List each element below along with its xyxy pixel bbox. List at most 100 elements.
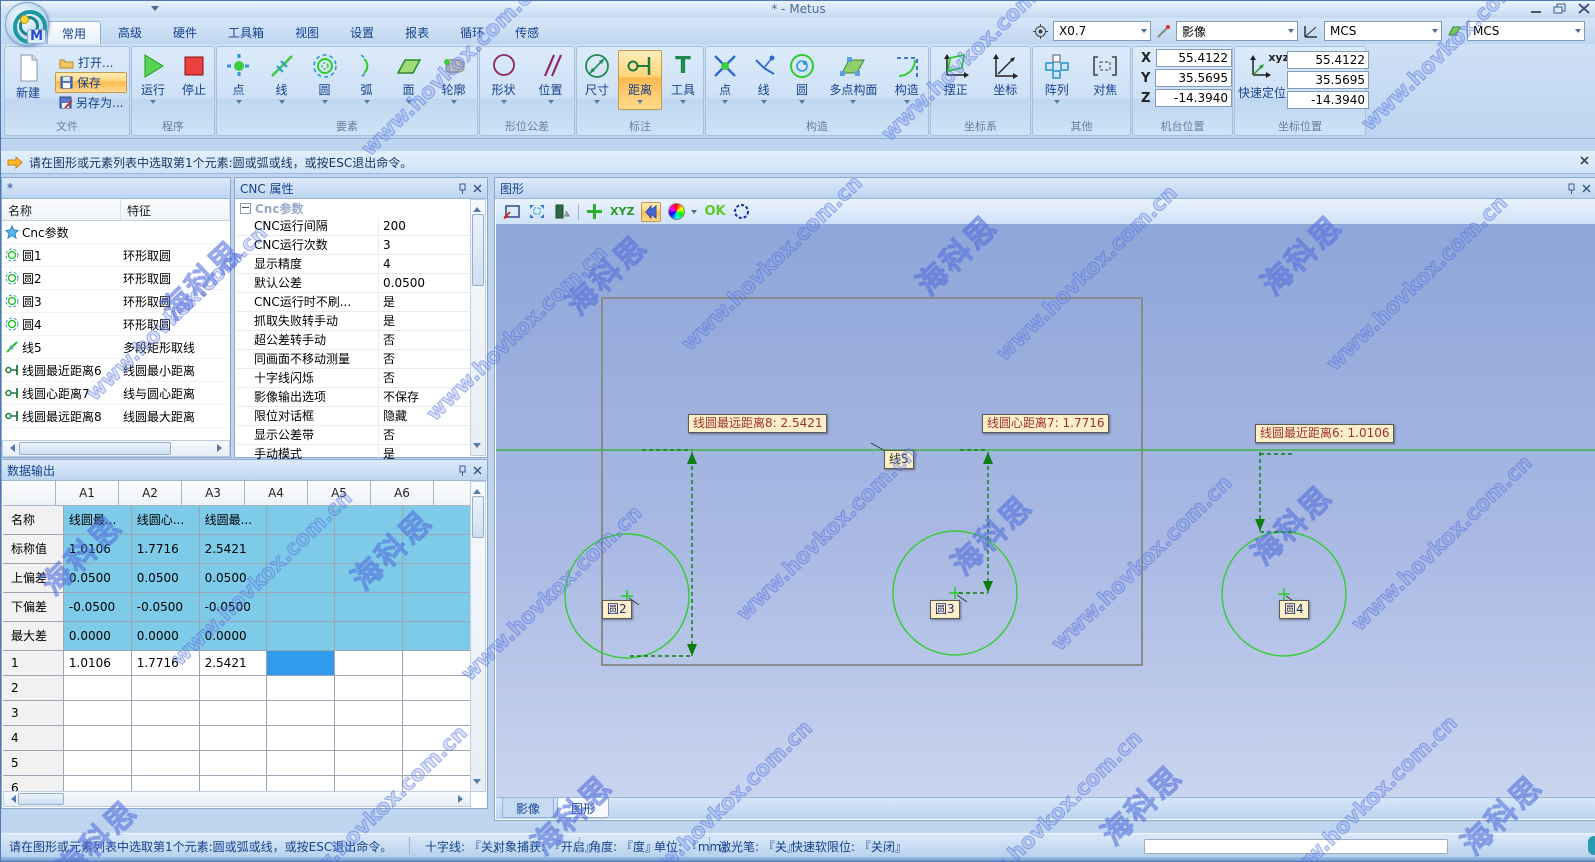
- list-item[interactable]: 圆1 环形取圆: [2, 244, 230, 267]
- cell[interactable]: [132, 776, 200, 792]
- cell[interactable]: -0.0500: [132, 593, 200, 622]
- cell[interactable]: [267, 564, 335, 593]
- cell[interactable]: [267, 776, 335, 792]
- scroll-right-icon[interactable]: [458, 795, 467, 803]
- list-item[interactable]: 圆2 环形取圆: [2, 267, 230, 290]
- circle4-label[interactable]: 圆4: [1279, 600, 1309, 619]
- cell[interactable]: 2.5421: [200, 651, 268, 676]
- circle2-label[interactable]: 圆2: [602, 600, 632, 619]
- column-header[interactable]: A5: [308, 481, 371, 506]
- row-label[interactable]: 5: [3, 751, 64, 776]
- measure-plane-button[interactable]: 面: [389, 50, 429, 107]
- align-button[interactable]: 摆正: [934, 50, 978, 98]
- cell[interactable]: [403, 776, 471, 792]
- selected-cell[interactable]: [267, 651, 335, 676]
- measure-circle-button[interactable]: 圆: [305, 50, 345, 107]
- cell[interactable]: [267, 701, 335, 726]
- pin-icon[interactable]: [1567, 183, 1576, 194]
- cell[interactable]: [267, 506, 335, 535]
- measure-point-button[interactable]: 点: [219, 50, 259, 107]
- distance-dim-button[interactable]: 距离: [618, 50, 662, 110]
- list-item[interactable]: 线圆最远距离8 线圆最大距离: [2, 405, 230, 428]
- cell[interactable]: [267, 676, 335, 701]
- tab-hardware[interactable]: 硬件: [159, 21, 211, 46]
- cell[interactable]: [335, 564, 403, 593]
- cell[interactable]: [335, 506, 403, 535]
- measure-profile-button[interactable]: 轮廓: [432, 50, 476, 107]
- scroll-up-icon[interactable]: [473, 485, 481, 494]
- scroll-right-icon[interactable]: [217, 444, 226, 452]
- workplane-select[interactable]: MCS: [1467, 21, 1585, 41]
- zoom-scale-select[interactable]: X0.7: [1053, 21, 1151, 41]
- graphics-canvas[interactable]: 线圆最远距离8: 2.5421 线圆心距离7: 1.7716 线圆最近距离6: …: [496, 224, 1595, 797]
- cell[interactable]: -0.0500: [64, 593, 132, 622]
- dim-tools-button[interactable]: T 工具: [664, 50, 702, 110]
- cell[interactable]: [64, 701, 132, 726]
- cell[interactable]: [403, 622, 471, 651]
- quick-position-button[interactable]: xyz 快速定位: [1237, 51, 1287, 101]
- cell[interactable]: [64, 726, 132, 751]
- property-row[interactable]: 抓取失败转手动是: [236, 312, 471, 331]
- row-label[interactable]: 下偏差: [3, 593, 64, 622]
- tab-loop[interactable]: 循环: [446, 21, 498, 46]
- row-label[interactable]: 最大差: [3, 622, 64, 651]
- list-item[interactable]: 圆4 环形取圆: [2, 313, 230, 336]
- property-row[interactable]: 限位对话框隐藏: [236, 407, 471, 426]
- stop-button[interactable]: 停止: [176, 50, 212, 107]
- status-snap[interactable]: 对象捕获: 『开启』: [493, 838, 597, 855]
- cell[interactable]: 线圆最...: [200, 506, 268, 535]
- cell[interactable]: [335, 622, 403, 651]
- cell[interactable]: 线圆最...: [64, 506, 132, 535]
- save-as-button[interactable]: 另存为...: [55, 93, 127, 112]
- status-laser[interactable]: 激光笔: 『关』: [719, 838, 799, 855]
- construct-circle-button[interactable]: 圆: [784, 50, 820, 107]
- scroll-left-icon[interactable]: [6, 444, 15, 452]
- cell[interactable]: [132, 726, 200, 751]
- property-row[interactable]: 显示公差带否: [236, 426, 471, 445]
- cell[interactable]: 1.7716: [132, 535, 200, 564]
- property-row[interactable]: 超公差转手动否: [236, 331, 471, 350]
- cell[interactable]: [64, 751, 132, 776]
- cell[interactable]: -0.0500: [200, 593, 268, 622]
- row-label[interactable]: 4: [3, 726, 64, 751]
- column-header[interactable]: A4: [245, 481, 308, 506]
- snap-back-button[interactable]: [641, 202, 661, 222]
- cell[interactable]: [64, 676, 132, 701]
- column-header[interactable]: A6: [371, 481, 434, 506]
- column-feature[interactable]: 特征: [121, 199, 230, 220]
- ok-button[interactable]: OK: [704, 204, 725, 219]
- cell[interactable]: 0.0500: [200, 564, 268, 593]
- cell[interactable]: 0.0500: [64, 564, 132, 593]
- property-row[interactable]: CNC运行间隔200: [236, 217, 471, 236]
- measurement-label-d6[interactable]: 线圆最近距离6: 1.0106: [1255, 424, 1394, 443]
- data-hscrollbar[interactable]: [3, 791, 471, 807]
- cell[interactable]: [403, 593, 471, 622]
- display-mode-select[interactable]: 影像: [1176, 21, 1298, 41]
- circle-tool-icon[interactable]: [733, 203, 750, 220]
- cell[interactable]: [335, 593, 403, 622]
- cell[interactable]: 0.0000: [132, 622, 200, 651]
- cell[interactable]: [200, 751, 268, 776]
- close-icon[interactable]: [473, 184, 482, 193]
- minimize-button[interactable]: [1529, 3, 1543, 14]
- line5-label[interactable]: 线5: [884, 450, 914, 469]
- tab-home[interactable]: 常用: [47, 21, 101, 46]
- cell[interactable]: 2.5421: [200, 535, 268, 564]
- position-tolerance-button[interactable]: 位置: [530, 50, 572, 107]
- column-header[interactable]: A3: [182, 481, 245, 506]
- cnc-group-row[interactable]: Cnc参数: [236, 199, 471, 217]
- cell[interactable]: [267, 622, 335, 651]
- row-label[interactable]: 名称: [3, 506, 64, 535]
- row-label[interactable]: 1: [3, 651, 64, 676]
- cell[interactable]: [335, 676, 403, 701]
- tab-settings[interactable]: 设置: [336, 21, 388, 46]
- pin-icon[interactable]: [458, 183, 467, 194]
- cell[interactable]: 0.0000: [64, 622, 132, 651]
- cell[interactable]: [64, 776, 132, 792]
- cell[interactable]: [403, 651, 471, 676]
- cell[interactable]: [403, 676, 471, 701]
- close-button[interactable]: [1577, 3, 1591, 14]
- cell[interactable]: [132, 701, 200, 726]
- focus-button[interactable]: 对焦: [1083, 50, 1127, 107]
- cell[interactable]: [335, 651, 403, 676]
